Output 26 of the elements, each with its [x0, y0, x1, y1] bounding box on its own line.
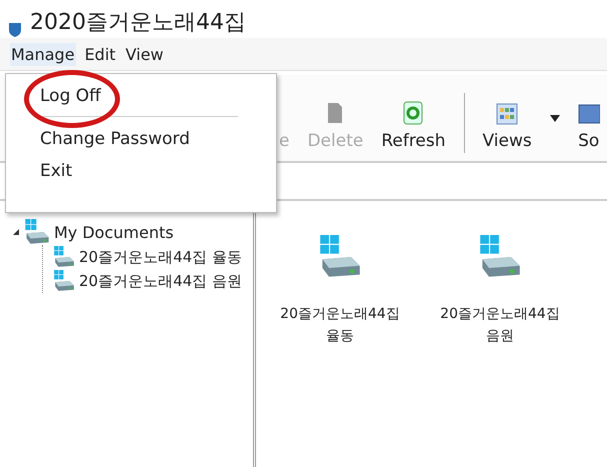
file-label[interactable]: 20즐거운노래44집 음원 — [440, 303, 560, 347]
toolbar-button[interactable]: So — [578, 103, 600, 161]
tree-item[interactable]: 20즐거운노래44집 율동 — [79, 248, 242, 266]
document-icon — [326, 101, 344, 125]
drive-icon — [53, 270, 75, 292]
menu-item[interactable]: Change Password — [6, 123, 224, 155]
drive-icon — [478, 235, 522, 279]
drive-icon — [24, 219, 50, 245]
toolbar-button[interactable]: Refresh — [381, 101, 446, 161]
file-label[interactable]: 20즐거운노래44집 율동 — [280, 303, 400, 347]
expander-icon[interactable] — [12, 228, 20, 236]
refresh-icon — [403, 101, 424, 125]
window-title: 2020즐거운노래44집 — [30, 10, 246, 36]
menu-item[interactable]: Edit — [84, 42, 117, 66]
menu-item[interactable]: Exit — [6, 155, 106, 187]
grid-icon — [496, 103, 518, 125]
drive-icon — [318, 235, 362, 279]
tree-item[interactable]: 20즐거운노래44집 음원 — [79, 272, 242, 290]
tree-item[interactable]: My Documents — [54, 222, 174, 242]
shield-icon — [8, 22, 22, 38]
menu-item[interactable]: View — [124, 42, 165, 66]
menu-item[interactable]: Log Off — [6, 80, 135, 112]
caret-icon[interactable] — [550, 114, 560, 122]
menu-item[interactable]: Manage — [10, 42, 76, 66]
toolbar-button[interactable]: Views — [482, 103, 532, 161]
drive-icon — [53, 246, 75, 268]
